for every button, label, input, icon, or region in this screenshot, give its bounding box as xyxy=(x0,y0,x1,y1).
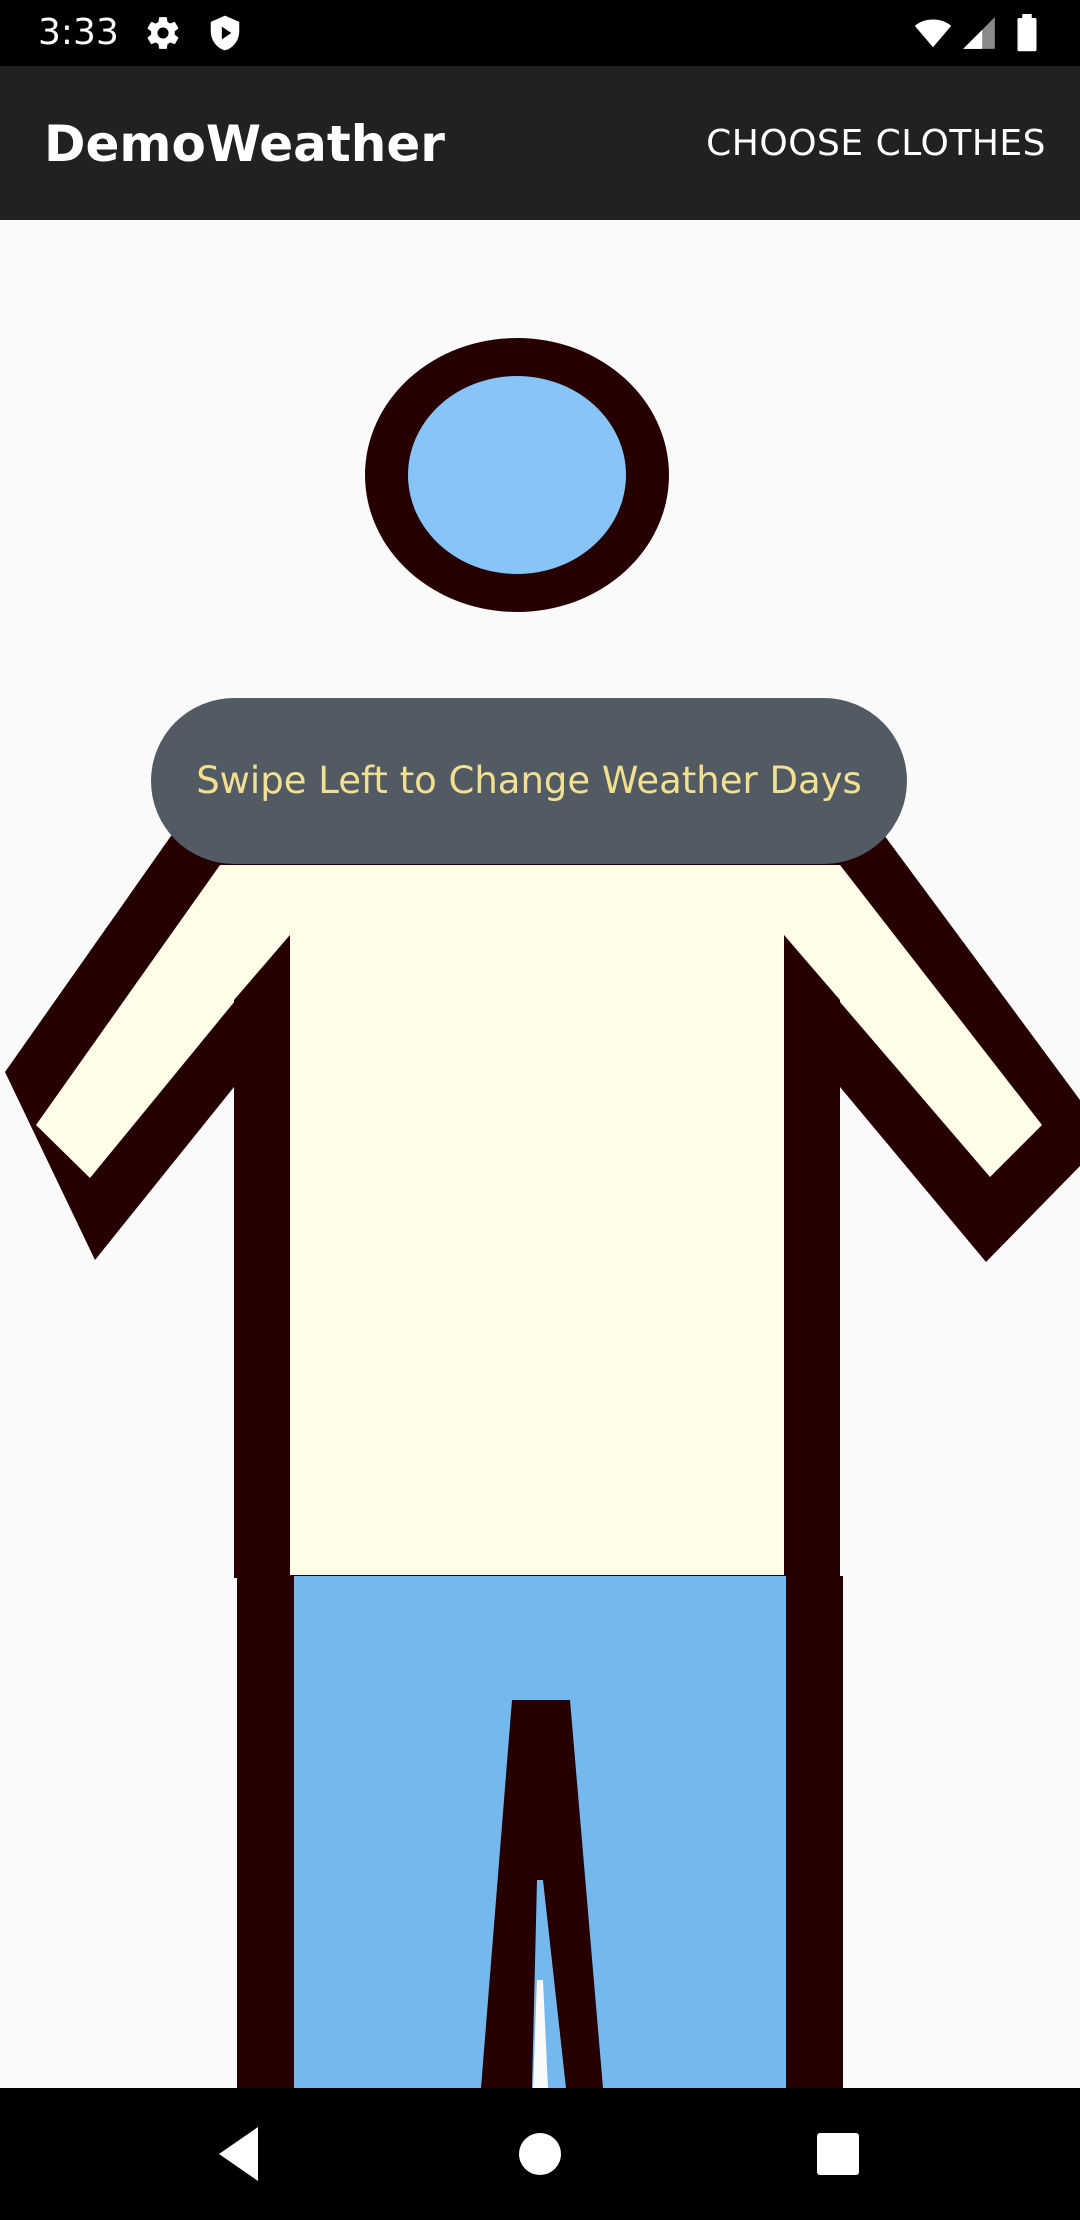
back-icon[interactable] xyxy=(204,2118,276,2190)
clothing-figure xyxy=(5,338,1080,2088)
shirt-side-right xyxy=(784,1000,840,1575)
recents-icon[interactable] xyxy=(802,2118,874,2190)
app-bar: DemoWeather CHOOSE CLOTHES xyxy=(0,66,1080,220)
choose-clothes-button[interactable]: CHOOSE CLOTHES xyxy=(706,121,1046,167)
app-title: DemoWeather xyxy=(44,115,445,173)
home-icon[interactable] xyxy=(504,2118,576,2190)
gear-icon xyxy=(144,14,182,52)
status-time: 3:33 xyxy=(38,12,119,53)
navigation-bar xyxy=(0,2088,1080,2220)
shield-play-icon xyxy=(206,14,244,52)
screen: 3:33 DemoWeather CHOOSE CLOTHES Swipe Le… xyxy=(0,0,1080,2220)
toast-message: Swipe Left to Change Weather Days xyxy=(151,698,907,864)
shirt xyxy=(36,865,1042,1575)
shirt-side-left xyxy=(234,1000,290,1575)
head xyxy=(408,376,626,574)
signal-icon xyxy=(960,14,998,52)
status-bar: 3:33 xyxy=(0,0,1080,66)
battery-icon xyxy=(1012,14,1042,52)
main-content[interactable]: Swipe Left to Change Weather Days xyxy=(0,220,1080,2088)
wifi-icon xyxy=(914,14,952,52)
toast-text: Swipe Left to Change Weather Days xyxy=(196,759,862,802)
